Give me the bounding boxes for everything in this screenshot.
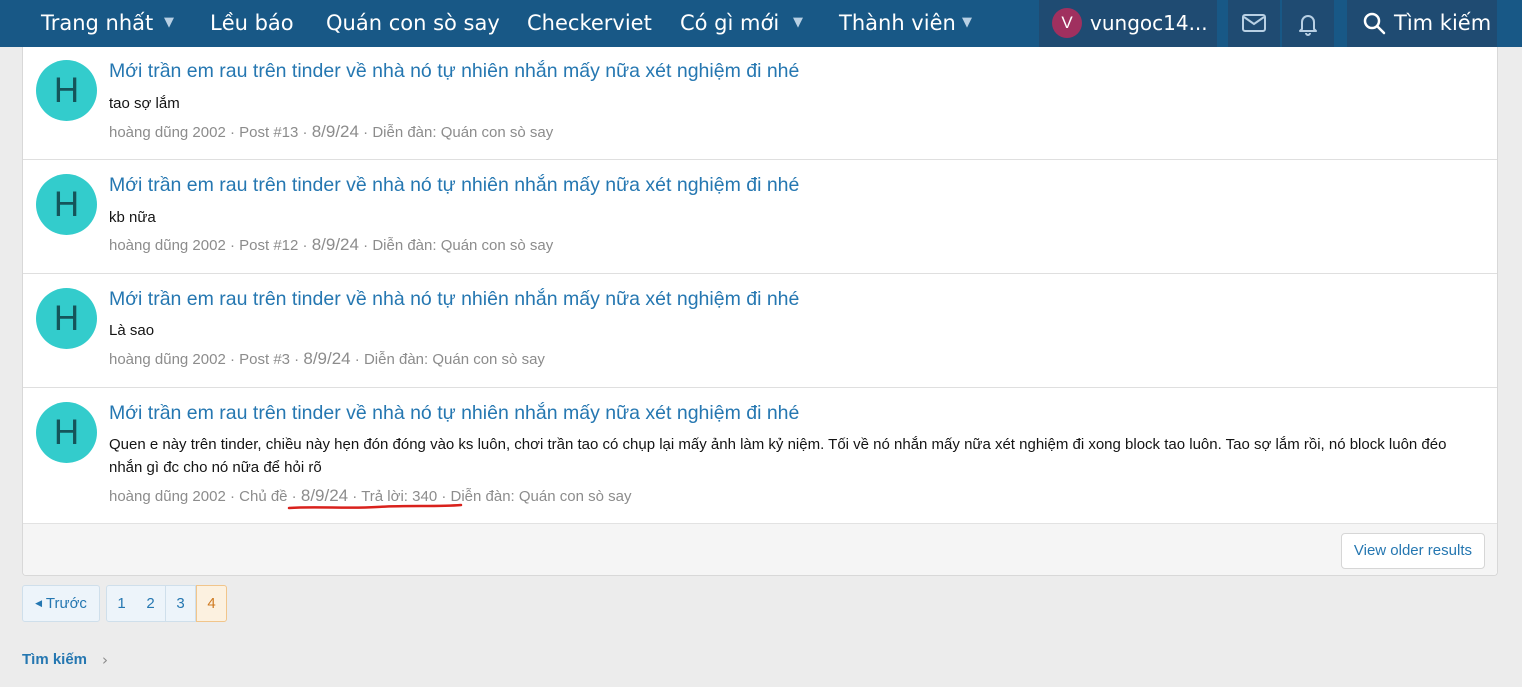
search-label: Tìm kiếm xyxy=(1394,11,1492,35)
result-snippet: kb nữa xyxy=(109,209,156,226)
search-results-list: H Mới trần em rau trên tinder về nhà nó … xyxy=(22,47,1498,576)
post-number: Post #12 xyxy=(239,237,299,254)
page-link-2[interactable]: 2 xyxy=(136,585,166,622)
chevron-down-icon[interactable]: ▼ xyxy=(962,0,972,47)
inbox-button[interactable] xyxy=(1228,0,1280,47)
breadcrumb[interactable]: Tìm kiếm xyxy=(22,651,87,668)
result-meta: hoàng dũng 2002 · Post #3 · 8/9/24 · Diễ… xyxy=(109,349,545,368)
author-link[interactable]: hoàng dũng 2002 xyxy=(109,237,226,254)
author-link[interactable]: hoàng dũng 2002 xyxy=(109,488,226,505)
result-title[interactable]: Mới trần em rau trên tinder về nhà nó tự… xyxy=(109,174,799,197)
result-title[interactable]: Mới trần em rau trên tinder về nhà nó tự… xyxy=(109,288,799,311)
forum-link[interactable]: Diễn đàn: Quán con sò say xyxy=(451,488,632,505)
page-link-1[interactable]: 1 xyxy=(106,585,137,622)
forum-link[interactable]: Diễn đàn: Quán con sò say xyxy=(372,124,553,141)
nav-item-co-gi-moi[interactable]: Có gì mới xyxy=(680,0,779,47)
result-title[interactable]: Mới trần em rau trên tinder về nhà nó tự… xyxy=(109,402,799,425)
list-item: H Mới trần em rau trên tinder về nhà nó … xyxy=(23,160,1497,274)
author-link[interactable]: hoàng dũng 2002 xyxy=(109,351,226,368)
page-link-3[interactable]: 3 xyxy=(166,585,196,622)
forum-link[interactable]: Diễn đàn: Quán con sò say xyxy=(364,351,545,368)
nav-item-checkerviet[interactable]: Checkerviet xyxy=(527,0,652,47)
page-link-current[interactable]: 4 xyxy=(196,585,227,622)
result-meta: hoàng dũng 2002 · Post #13 · 8/9/24 · Di… xyxy=(109,122,554,141)
bell-icon xyxy=(1299,15,1317,36)
chevron-right-icon: › xyxy=(102,651,108,669)
post-number: Post #13 xyxy=(239,124,299,141)
prev-label: Trước xyxy=(45,595,87,612)
avatar[interactable]: H xyxy=(36,402,97,463)
result-snippet: Quen e này trên tinder, chiều này hẹn đó… xyxy=(109,436,1447,476)
avatar[interactable]: H xyxy=(36,60,97,121)
red-underline-annotation xyxy=(287,503,463,510)
pagination-prev-button[interactable]: ◀ Trước xyxy=(22,585,100,622)
alerts-button[interactable] xyxy=(1282,0,1334,47)
username[interactable]: vungoc14... xyxy=(1090,0,1208,47)
post-date: 8/9/24 xyxy=(311,235,359,254)
chevron-down-icon[interactable]: ▼ xyxy=(793,0,803,47)
list-item: H Mới trần em rau trên tinder về nhà nó … xyxy=(23,274,1497,388)
avatar[interactable]: H xyxy=(36,288,97,349)
forum-link[interactable]: Diễn đàn: Quán con sò say xyxy=(372,237,553,254)
results-footer: View older results xyxy=(23,523,1497,575)
top-navigation-bar: Trang nhất ▼ Lều báo Quán con sò say Che… xyxy=(0,0,1522,47)
envelope-icon xyxy=(1242,14,1266,32)
list-item: H Mới trần em rau trên tinder về nhà nó … xyxy=(23,388,1497,523)
post-date: 8/9/24 xyxy=(303,349,351,368)
thread-type: Chủ đề xyxy=(239,488,288,505)
chevron-down-icon[interactable]: ▼ xyxy=(164,0,174,47)
view-older-results-button[interactable]: View older results xyxy=(1340,533,1485,569)
search-icon xyxy=(1363,12,1386,35)
caret-left-icon: ◀ xyxy=(35,598,43,608)
result-title[interactable]: Mới trần em rau trên tinder về nhà nó tự… xyxy=(109,60,799,83)
nav-item-quan-con-so-say[interactable]: Quán con sò say xyxy=(326,0,500,47)
result-snippet: Là sao xyxy=(109,322,155,339)
search-button[interactable]: Tìm kiếm xyxy=(1347,0,1497,47)
avatar[interactable]: H xyxy=(36,174,97,235)
avatar[interactable]: V xyxy=(1052,8,1082,38)
nav-item-leu-bao[interactable]: Lều báo xyxy=(210,0,294,47)
post-date: 8/9/24 xyxy=(311,122,359,141)
nav-item-thanh-vien[interactable]: Thành viên xyxy=(839,0,956,47)
author-link[interactable]: hoàng dũng 2002 xyxy=(109,124,226,141)
result-meta: hoàng dũng 2002 · Post #12 · 8/9/24 · Di… xyxy=(109,235,554,254)
result-snippet: tao sợ lắm xyxy=(109,95,180,112)
nav-item-trang-nhat[interactable]: Trang nhất xyxy=(41,0,153,47)
list-item: H Mới trần em rau trên tinder về nhà nó … xyxy=(23,47,1497,160)
post-number: Post #3 xyxy=(239,351,291,368)
